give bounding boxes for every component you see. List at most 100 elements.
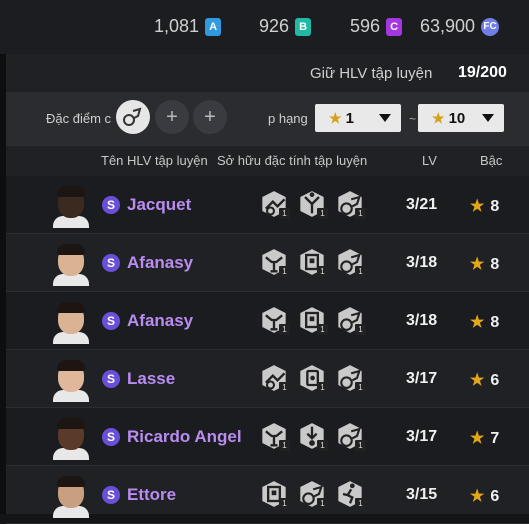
dribble-trait-icon[interactable]: 1: [336, 364, 366, 393]
coach-grade: ★ 8: [470, 196, 499, 216]
fc-coin-icon: FC: [481, 17, 500, 36]
avatar: [51, 184, 91, 228]
currency-b: 926 B: [259, 16, 312, 37]
add-icon: +: [204, 105, 216, 128]
currency-bar: 1,081 A 926 B 596 C 63,900 FC: [0, 0, 529, 54]
coach-name: Ricardo Angel: [127, 427, 242, 446]
trait-level: 1: [355, 208, 366, 219]
table-row[interactable]: S Afanasy 1 1 1 3/18 ★ 8: [6, 292, 529, 350]
coach-rank-badge: S: [102, 486, 120, 504]
strength-trait-icon[interactable]: 1: [260, 248, 290, 277]
pass-trait-icon[interactable]: 1: [298, 422, 328, 451]
currency-a-value: 1,081: [154, 16, 200, 36]
column-name[interactable]: Tên HLV tập luyện: [101, 153, 208, 168]
currency-fc: 63,900 FC: [420, 16, 500, 37]
coach-grade-value: 6: [490, 372, 500, 389]
avatar: [51, 474, 91, 518]
filter-bar: Đặc điểm c + + p hạng ★ 1 ~ ★ 10: [6, 92, 529, 146]
add-icon: +: [166, 105, 178, 128]
star-icon: ★: [432, 109, 445, 126]
star-icon: ★: [329, 109, 342, 126]
jump-trait-icon[interactable]: 1: [298, 190, 328, 219]
coach-level: 3/18: [406, 254, 438, 271]
trait-filter-slot-1[interactable]: [116, 100, 150, 134]
table-row[interactable]: S Ricardo Angel 1 1 1 3/17 ★ 7: [6, 408, 529, 466]
table-row[interactable]: S Afanasy 1 1 1 3/18 ★ 8: [6, 234, 529, 292]
dribble-trait-icon[interactable]: 1: [336, 190, 366, 219]
star-icon: ★: [470, 372, 485, 389]
trait-filter-slot-3[interactable]: +: [193, 100, 227, 134]
coach-grade: ★ 6: [470, 370, 499, 390]
coach-rank-badge: S: [102, 370, 120, 388]
trait-level: 1: [317, 498, 328, 509]
column-lv[interactable]: LV: [422, 153, 437, 168]
strength-trait-icon[interactable]: 1: [260, 422, 290, 451]
dribble-trait-icon[interactable]: 1: [336, 306, 366, 335]
table-row[interactable]: S Lasse 1 1 1 3/17 ★ 6: [6, 350, 529, 408]
coach-level: 3/17: [406, 428, 438, 445]
trait-level: 1: [317, 266, 328, 277]
avatar: [51, 300, 91, 344]
trait-level: 1: [355, 266, 366, 277]
coach-rank-badge: S: [102, 254, 120, 272]
currency-c-icon: C: [386, 17, 403, 36]
dribble-trait-icon[interactable]: 1: [336, 248, 366, 277]
trait-level: 1: [279, 440, 290, 451]
trait-filter-label: Đặc điểm c: [46, 111, 112, 126]
trait-level: 1: [317, 440, 328, 451]
dribble-trait-icon: [123, 107, 142, 126]
coach-level: 3/18: [406, 312, 438, 329]
run-trait-icon[interactable]: 1: [336, 480, 366, 509]
coach-name: Lasse: [127, 369, 176, 388]
trait-filter-slot-2[interactable]: +: [155, 100, 189, 134]
coach-slots-label: Giữ HLV tập luyện: [310, 64, 433, 82]
dribble-trait-icon[interactable]: 1: [298, 480, 328, 509]
coach-rank-badge: S: [102, 196, 120, 214]
table-row[interactable]: S Ettore 1 1 1 3/15 ★ 6: [6, 466, 529, 524]
shield-trait-icon[interactable]: 1: [298, 248, 328, 277]
column-traits[interactable]: Sở hữu đặc tính tập luyện: [217, 153, 367, 168]
coach-slots-row: Giữ HLV tập luyện 19/200: [6, 54, 529, 92]
avatar-hair: [57, 186, 85, 197]
star-icon: ★: [470, 430, 485, 447]
currency-a-icon: A: [205, 17, 222, 36]
coach-grade-value: 8: [490, 314, 500, 331]
coach-name: Afanasy: [127, 311, 194, 330]
avatar-hair: [57, 360, 85, 371]
table-row[interactable]: S Jacquet 1 1 1 3/21 ★ 8: [6, 176, 529, 234]
trait-level: 1: [355, 382, 366, 393]
currency-fc-value: 63,900: [420, 16, 476, 36]
tackle-trait-icon[interactable]: 1: [260, 190, 290, 219]
coach-name: Afanasy: [127, 253, 194, 272]
coach-rank-badge: S: [102, 428, 120, 446]
trait-level: 1: [279, 382, 290, 393]
strength-trait-icon[interactable]: 1: [260, 306, 290, 335]
trait-level: 1: [317, 208, 328, 219]
shield-trait-icon[interactable]: 1: [260, 480, 290, 509]
chevron-down-icon: [379, 114, 391, 122]
coach-name: Ettore: [127, 485, 177, 504]
min-grade-value: 1: [345, 109, 354, 127]
avatar: [51, 358, 91, 402]
avatar-hair: [57, 244, 85, 255]
shield-trait-icon[interactable]: 1: [298, 306, 328, 335]
trait-level: 1: [355, 324, 366, 335]
trait-level: 1: [279, 208, 290, 219]
card-trait-icon[interactable]: 1: [298, 364, 328, 393]
min-grade-select[interactable]: ★ 1: [315, 104, 401, 132]
currency-b-icon: B: [295, 17, 312, 36]
trait-level: 1: [317, 324, 328, 335]
coach-grade: ★ 8: [470, 254, 499, 274]
trait-level: 1: [355, 440, 366, 451]
trait-level: 1: [279, 498, 290, 509]
coach-grade: ★ 6: [470, 486, 499, 506]
coach-grade-value: 8: [490, 198, 500, 215]
max-grade-select[interactable]: ★ 10: [418, 104, 504, 132]
range-separator: ~: [409, 112, 417, 126]
currency-a: 1,081 A: [154, 16, 222, 37]
dribble-trait-icon[interactable]: 1: [336, 422, 366, 451]
column-grade[interactable]: Bậc: [480, 153, 502, 168]
coach-grade: ★ 8: [470, 312, 499, 332]
star-icon: ★: [470, 256, 485, 273]
tackle-trait-icon[interactable]: 1: [260, 364, 290, 393]
